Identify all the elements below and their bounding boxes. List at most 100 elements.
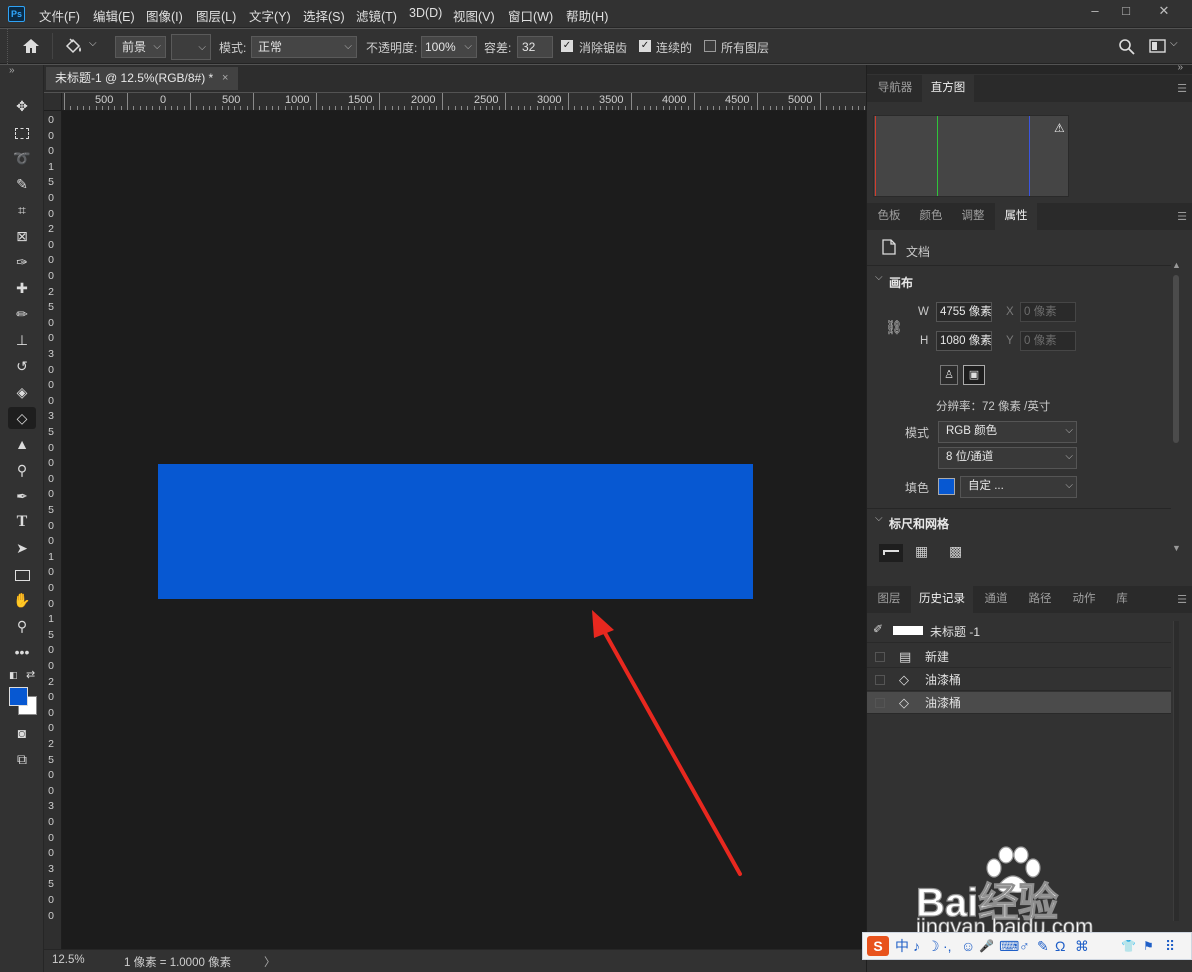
type-tool-icon[interactable]: T	[8, 511, 36, 533]
tab-swatches[interactable]: 色板	[869, 203, 909, 230]
panel-menu-icon[interactable]: ☰	[1177, 82, 1187, 95]
rulers-grid-section-title[interactable]: 标尺和网格	[889, 515, 949, 532]
menu-file[interactable]: 文件(F)	[39, 6, 80, 25]
scroll-down-icon[interactable]: ▼	[1172, 543, 1181, 553]
tab-actions[interactable]: 动作	[1063, 586, 1105, 613]
document-tab[interactable]: 未标题-1 @ 12.5%(RGB/8#) * ×	[46, 67, 238, 90]
filled-canvas-document[interactable]	[158, 464, 753, 599]
foreground-color-swatch[interactable]	[9, 687, 28, 706]
screen-mode-icon[interactable]: ⧉	[8, 748, 36, 770]
marquee-tool-icon[interactable]	[8, 121, 36, 143]
menu-view[interactable]: 视图(V)	[453, 6, 495, 25]
dodge-tool-icon[interactable]: ⚲	[8, 459, 36, 481]
chevron-down-icon[interactable]: ⌵	[875, 513, 883, 524]
history-brush-tool-icon[interactable]: ↺	[8, 355, 36, 377]
toolbox-icon[interactable]: ♂	[1019, 933, 1030, 959]
lasso-tool-icon[interactable]: ➰	[8, 147, 36, 169]
guides-icon[interactable]: ▩	[949, 543, 962, 560]
panel-menu-icon[interactable]: ☰	[1177, 210, 1187, 223]
search-icon[interactable]	[1118, 38, 1136, 56]
history-item[interactable]: ▤ 新建	[867, 646, 1171, 668]
pen-tool-icon[interactable]: ✒	[8, 485, 36, 507]
frame-tool-icon[interactable]: ⊠	[8, 225, 36, 247]
healing-brush-tool-icon[interactable]: ✚	[8, 277, 36, 299]
y-field[interactable]: 0 像素	[1020, 331, 1076, 351]
horizontal-ruler[interactable]: 500 0 500 1000 1500 2000 2500 3000 3500 …	[44, 93, 866, 111]
handwriting-icon[interactable]: ✎	[1037, 933, 1049, 959]
maximize-button[interactable]: □	[1110, 0, 1142, 22]
menu-3d[interactable]: 3D(D)	[409, 6, 442, 20]
grid-icon[interactable]: ▦	[915, 543, 928, 560]
workspace-chevron-icon[interactable]: ⌵	[1170, 38, 1178, 49]
grid-menu-icon[interactable]: ⠿	[1165, 933, 1175, 959]
menu-layer[interactable]: 图层(L)	[196, 6, 236, 25]
eraser-tool-icon[interactable]: ◈	[8, 381, 36, 403]
history-source-box[interactable]	[875, 652, 885, 662]
fill-select[interactable]: 自定 ... ⌵	[960, 476, 1077, 498]
rectangle-tool-icon[interactable]	[8, 563, 36, 585]
pattern-picker[interactable]: ⌵	[171, 34, 211, 60]
menu-edit[interactable]: 编辑(E)	[93, 6, 135, 25]
tab-paths[interactable]: 路径	[1019, 586, 1061, 613]
menu-window[interactable]: 窗口(W)	[508, 6, 553, 25]
history-item-selected[interactable]: ◇ 油漆桶	[867, 692, 1171, 714]
canvas-section-title[interactable]: 画布	[889, 274, 913, 291]
height-field[interactable]: 1080 像素	[936, 331, 992, 351]
skin-icon[interactable]: 👕	[1121, 933, 1136, 959]
properties-scrollbar[interactable]	[1173, 275, 1179, 443]
hand-tool-icon[interactable]: ✋	[8, 589, 36, 611]
workspace-icon[interactable]	[1149, 39, 1167, 54]
menu-image[interactable]: 图像(I)	[146, 6, 183, 25]
keyboard-icon[interactable]: ⌨	[999, 933, 1019, 959]
microphone-icon[interactable]: 🎤	[979, 933, 994, 959]
tab-history[interactable]: 历史记录	[911, 586, 973, 613]
opacity-field[interactable]: 100% ⌵	[421, 36, 477, 58]
quick-selection-tool-icon[interactable]: ✎	[8, 173, 36, 195]
fill-color-swatch[interactable]	[938, 478, 955, 495]
tab-navigator[interactable]: 导航器	[869, 75, 921, 102]
scroll-up-icon[interactable]: ▲	[1172, 260, 1181, 270]
bit-depth-select[interactable]: 8 位/通道 ⌵	[938, 447, 1077, 469]
tool-preset-chevron-icon[interactable]: ⌵	[89, 38, 97, 49]
tolerance-field[interactable]: 32	[517, 36, 553, 58]
blur-tool-icon[interactable]: ▲	[8, 433, 36, 455]
history-source-box[interactable]	[875, 675, 885, 685]
color-mode-select[interactable]: RGB 颜色 ⌵	[938, 421, 1077, 443]
clone-stamp-tool-icon[interactable]: ⊥	[8, 329, 36, 351]
omega-icon[interactable]: Ω	[1055, 933, 1065, 959]
vertical-ruler[interactable]: 0 0 0 1 5 0 0 2 0 0 0 2 5 0 0 3 0 0 0 3 5 0 0 0 0 5 0 0 1 0 0 0 1 5 0 0 2 0 0 0…	[44, 111, 62, 949]
close-tab-icon[interactable]: ×	[222, 67, 228, 90]
chinese-mode-icon[interactable]: 中	[895, 933, 909, 959]
landscape-orientation-icon[interactable]: ▣	[963, 365, 985, 385]
moon-icon[interactable]: ☽	[927, 933, 940, 959]
command-icon[interactable]: ⌘	[1075, 933, 1089, 959]
menu-select[interactable]: 选择(S)	[303, 6, 345, 25]
music-icon[interactable]: ♪	[913, 933, 920, 959]
quick-mask-icon[interactable]: ◙	[8, 722, 36, 744]
tab-channels[interactable]: 通道	[975, 586, 1017, 613]
portrait-orientation-icon[interactable]: ♙	[940, 365, 958, 385]
paint-bucket-tool-icon[interactable]: ◇	[8, 407, 36, 429]
blend-mode-select[interactable]: 正常 ⌵	[251, 36, 357, 58]
zoom-tool-icon[interactable]: ⚲	[8, 615, 36, 637]
tab-histogram[interactable]: 直方图	[922, 75, 974, 102]
all-layers-checkbox[interactable]	[704, 40, 716, 52]
paint-bucket-icon[interactable]	[64, 37, 84, 55]
ruler-origin[interactable]	[44, 93, 62, 110]
fill-source-select[interactable]: 前景 ⌵	[115, 36, 166, 58]
history-snapshot-row[interactable]: ✐ 未标题 -1	[867, 619, 1171, 643]
panel-menu-icon[interactable]: ☰	[1177, 593, 1187, 606]
link-icon[interactable]: ⛓	[885, 319, 903, 336]
tab-adjustments[interactable]: 调整	[953, 203, 993, 230]
warning-icon[interactable]: ⚠	[1054, 121, 1065, 135]
history-item[interactable]: ◇ 油漆桶	[867, 669, 1171, 691]
emoji-icon[interactable]: ☺	[961, 933, 975, 959]
more-tools-icon[interactable]: •••	[8, 641, 36, 663]
tab-color[interactable]: 颜色	[911, 203, 951, 230]
move-tool-icon[interactable]: ✥	[8, 95, 36, 117]
zoom-level[interactable]: 12.5%	[52, 954, 85, 966]
brush-tool-icon[interactable]: ✏	[8, 303, 36, 325]
path-selection-tool-icon[interactable]: ➤	[8, 537, 36, 559]
default-colors-icon[interactable]: ◧	[9, 670, 18, 681]
antialias-checkbox[interactable]: ✓	[561, 40, 573, 52]
